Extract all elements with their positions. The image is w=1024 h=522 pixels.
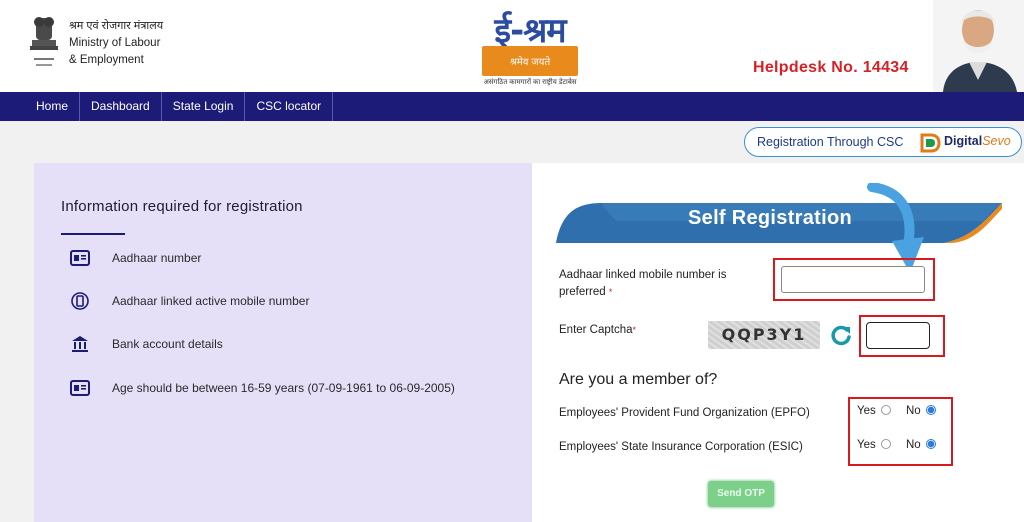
epfo-label: Employees' Provident Fund Organization (… xyxy=(559,407,810,419)
mobile-number-input[interactable] xyxy=(781,266,925,293)
digital-seva-icon xyxy=(920,133,941,153)
title-underline xyxy=(61,233,125,235)
logo-tagline: असंगठित कामगारों का राष्ट्रीय डेटाबेस xyxy=(483,79,577,86)
digital-seva-brand: DigitalSevo xyxy=(944,134,1011,148)
epfo-no-label: No xyxy=(905,405,921,417)
mobile-phone-icon xyxy=(71,292,89,310)
csc-label: Registration Through CSC xyxy=(757,135,904,149)
esic-yes-radio[interactable] xyxy=(880,439,891,449)
nav-state-login[interactable]: State Login xyxy=(162,92,246,121)
captcha-input[interactable] xyxy=(866,322,930,349)
registration-form: Self Registration Aadhaar linked mobile … xyxy=(532,163,1024,522)
logo-subtitle: श्रमेव जयते xyxy=(509,57,551,68)
nav-home[interactable]: Home xyxy=(0,92,81,121)
esic-radio-group: Yes No xyxy=(857,439,936,451)
brand-sevo: Sevo xyxy=(982,134,1011,148)
main-nav: Home Dashboard State Login CSC locator xyxy=(0,92,1024,121)
captcha-text: QQP3Y1 xyxy=(721,325,807,344)
member-question: Are you a member of? xyxy=(559,371,718,388)
portrait-photo-icon xyxy=(933,0,1024,92)
id-card-icon xyxy=(70,380,90,396)
captcha-image: QQP3Y1 xyxy=(708,321,820,349)
national-emblem-icon xyxy=(30,17,58,66)
ministry-hindi: श्रम एवं रोजगार मंत्रालय xyxy=(69,20,164,32)
mobile-label-line-2: preferred * xyxy=(559,286,613,298)
esic-label: Employees' State Insurance Corporation (… xyxy=(559,441,803,453)
epfo-radio-group: Yes No xyxy=(857,405,936,417)
ministry-line-1: Ministry of Labour xyxy=(69,37,161,49)
brand-digital: Digital xyxy=(944,134,983,148)
epfo-no-radio[interactable] xyxy=(925,405,936,415)
nav-csc-locator[interactable]: CSC locator xyxy=(245,92,334,121)
info-item-text: Bank account details xyxy=(112,337,223,351)
page: श्रम एवं रोजगार मंत्रालय Ministry of Lab… xyxy=(0,0,1024,522)
esic-no-radio[interactable] xyxy=(925,439,936,449)
info-title: Information required for registration xyxy=(61,198,303,215)
mobile-label-line-1: Aadhaar linked mobile number is xyxy=(559,269,727,281)
banner-title: Self Registration xyxy=(688,207,853,229)
mobile-label: Aadhaar linked mobile number is preferre… xyxy=(559,267,726,301)
info-item-text: Age should be between 16-59 years (07-09… xyxy=(112,381,455,395)
info-item-text: Aadhaar number xyxy=(112,251,202,265)
esic-yes-label: Yes xyxy=(857,439,876,451)
nav-dashboard[interactable]: Dashboard xyxy=(80,92,162,121)
info-panel: Information required for registration Aa… xyxy=(34,163,532,522)
send-otp-button[interactable]: Send OTP xyxy=(708,481,774,507)
refresh-captcha-icon[interactable] xyxy=(828,323,854,347)
ministry-name: श्रम एवं रोजगार मंत्रालय Ministry of Lab… xyxy=(69,18,163,69)
registration-through-csc-button[interactable]: Registration Through CSC DigitalSevo xyxy=(744,127,1022,157)
ministry-line-2: & Employment xyxy=(69,54,144,66)
epfo-yes-label: Yes xyxy=(857,405,876,417)
id-card-icon xyxy=(70,250,90,266)
logo-orange-box: श्रमेव जयते xyxy=(482,46,578,76)
helpdesk-number: Helpdesk No. 14434 xyxy=(753,59,909,76)
bank-icon xyxy=(72,336,88,352)
epfo-yes-radio[interactable] xyxy=(880,405,891,415)
captcha-label: Enter Captcha* xyxy=(559,324,637,336)
info-item-text: Aadhaar linked active mobile number xyxy=(112,294,310,308)
esic-no-label: No xyxy=(905,439,921,451)
eshram-logo[interactable]: ई-श्रम श्रमेव जयते असंगठित कामगारों का र… xyxy=(474,6,586,88)
site-header: श्रम एवं रोजगार मंत्रालय Ministry of Lab… xyxy=(0,0,1024,92)
